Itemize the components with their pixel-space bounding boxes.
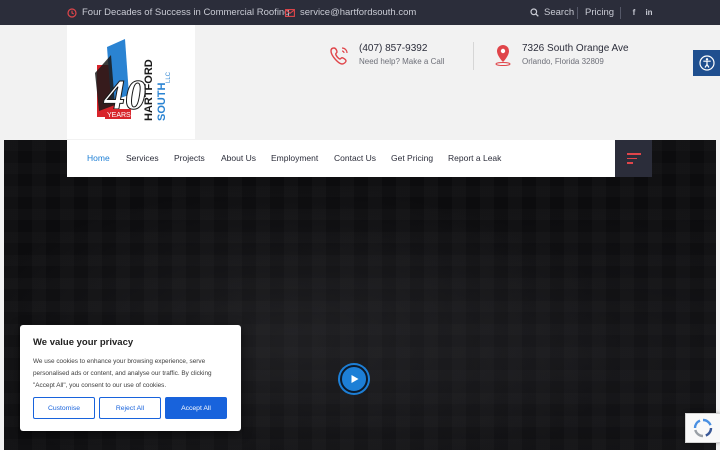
pricing-link[interactable]: Pricing xyxy=(585,0,614,25)
nav-employment[interactable]: Employment xyxy=(271,140,318,177)
divider xyxy=(473,42,474,70)
nav-services[interactable]: Services xyxy=(126,140,159,177)
accept-all-button[interactable]: Accept All xyxy=(165,397,227,419)
top-bar: Four Decades of Success in Commercial Ro… xyxy=(0,0,720,25)
facebook-icon[interactable]: f xyxy=(628,0,640,25)
svg-text:HARTFORD: HARTFORD xyxy=(143,59,155,121)
map-pin-icon xyxy=(493,44,513,66)
recaptcha-badge[interactable] xyxy=(685,413,720,443)
main-nav: Home Services Projects About Us Employme… xyxy=(67,140,615,177)
logo[interactable]: 40 YEARS HARTFORD SOUTH LLC xyxy=(67,25,195,139)
envelope-icon xyxy=(285,8,295,17)
tagline-text: Four Decades of Success in Commercial Ro… xyxy=(82,7,290,18)
pricing-label[interactable]: Pricing xyxy=(585,7,614,18)
nav-contact-us[interactable]: Contact Us xyxy=(334,140,376,177)
nav-projects[interactable]: Projects xyxy=(174,140,205,177)
cookie-body: We use cookies to enhance your browsing … xyxy=(33,358,212,389)
logo-graphic: 40 YEARS HARTFORD SOUTH LLC xyxy=(95,39,172,121)
nav-home[interactable]: Home xyxy=(87,140,110,177)
cookie-consent-dialog: We value your privacy We use cookies to … xyxy=(20,325,241,431)
clock-icon xyxy=(67,7,77,18)
nav-report-a-leak[interactable]: Report a Leak xyxy=(448,140,501,177)
phone-icon xyxy=(330,44,350,66)
address-contact: 7326 South Orange Ave Orlando, Florida 3… xyxy=(493,42,629,72)
phone-subtext: Need help? Make a Call xyxy=(359,57,445,66)
address-subtext: Orlando, Florida 32809 xyxy=(522,57,604,66)
header: 40 YEARS HARTFORD SOUTH LLC (407) 857-93… xyxy=(0,25,720,140)
menu-line xyxy=(626,157,637,160)
email-link[interactable]: service@hartfordsouth.com xyxy=(285,0,416,25)
nav-get-pricing[interactable]: Get Pricing xyxy=(391,140,433,177)
menu-line xyxy=(626,162,633,164)
play-button[interactable] xyxy=(340,365,368,393)
phone-contact[interactable]: (407) 857-9392 Need help? Make a Call xyxy=(330,42,444,72)
play-icon xyxy=(351,375,359,383)
hamburger-menu-icon[interactable] xyxy=(615,140,652,177)
divider xyxy=(577,7,578,19)
cookie-buttons: Customise Reject All Accept All xyxy=(33,397,227,419)
cookie-title: We value your privacy xyxy=(33,337,134,348)
nav-about-us[interactable]: About Us xyxy=(221,140,256,177)
svg-text:LLC: LLC xyxy=(166,71,172,83)
svg-text:SOUTH: SOUTH xyxy=(156,82,168,121)
accessibility-icon xyxy=(698,55,715,71)
email-text[interactable]: service@hartfordsouth.com xyxy=(300,7,416,18)
accessibility-button[interactable] xyxy=(693,50,720,76)
customise-button[interactable]: Customise xyxy=(33,397,95,419)
recaptcha-icon xyxy=(693,418,713,438)
tagline: Four Decades of Success in Commercial Ro… xyxy=(67,0,290,25)
phone-number[interactable]: (407) 857-9392 xyxy=(359,42,444,55)
reject-all-button[interactable]: Reject All xyxy=(99,397,161,419)
svg-text:YEARS: YEARS xyxy=(107,112,131,119)
divider xyxy=(620,7,621,19)
search-link[interactable]: Search xyxy=(530,0,574,25)
search-label[interactable]: Search xyxy=(544,7,574,18)
address-line: 7326 South Orange Ave xyxy=(522,43,629,54)
search-icon xyxy=(530,8,539,17)
linkedin-icon[interactable]: in xyxy=(643,0,655,25)
menu-line xyxy=(626,153,641,155)
